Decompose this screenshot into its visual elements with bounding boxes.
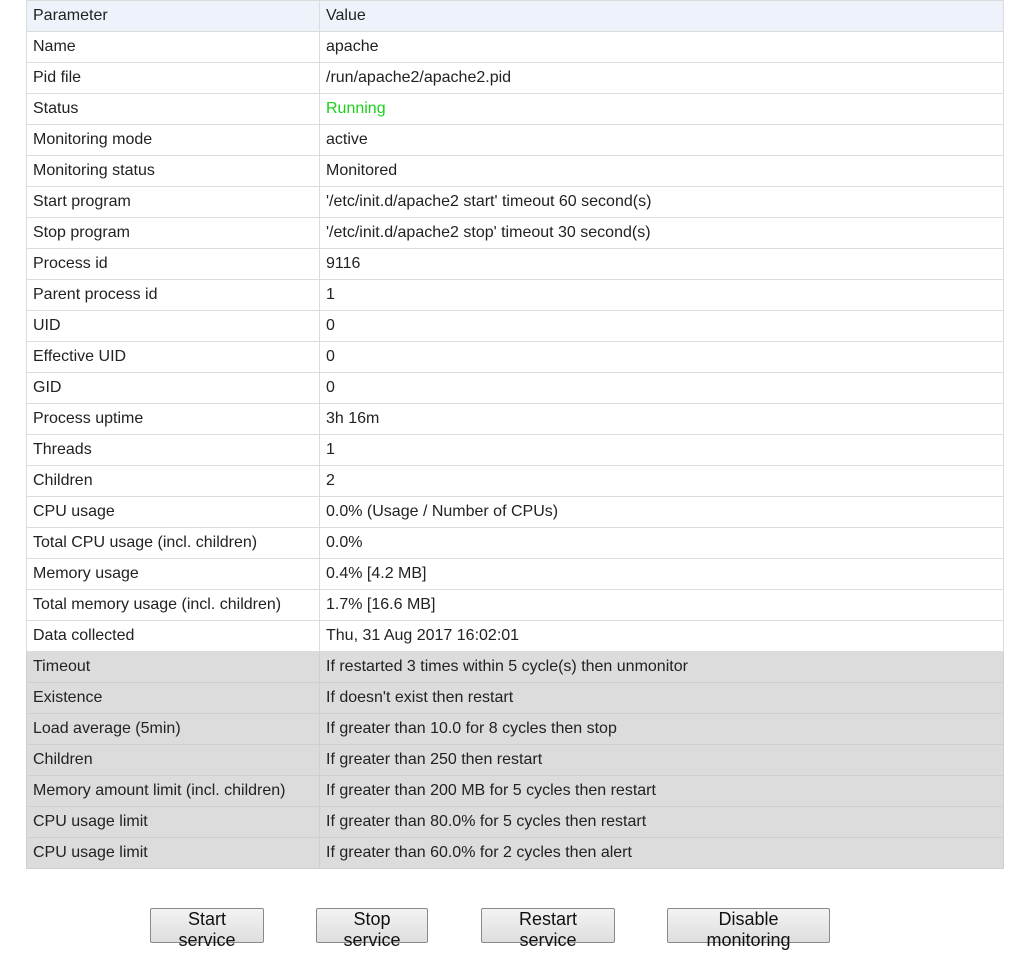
row-effective-uid-value: 0 <box>319 341 1004 373</box>
rule-cpu-limit-alert-param: CPU usage limit <box>26 837 320 869</box>
rule-timeout-param: Timeout <box>26 651 320 683</box>
rule-row: Children If greater than 250 then restar… <box>26 744 1004 776</box>
row-process-id-value: 9116 <box>319 248 1004 280</box>
rule-memory-limit-param: Memory amount limit (incl. children) <box>26 775 320 807</box>
rule-row: CPU usage limit If greater than 80.0% fo… <box>26 806 1004 838</box>
disable-monitoring-button[interactable]: Disable monitoring <box>667 908 830 950</box>
row-total-memory-usage-value: 1.7% [16.6 MB] <box>319 589 1004 621</box>
service-parameters-table: Parameter Value Name apache Pid file /ru… <box>26 0 1004 869</box>
rule-row: Memory amount limit (incl. children) If … <box>26 775 1004 807</box>
row-parent-process-id-param: Parent process id <box>26 279 320 311</box>
row-start-program-param: Start program <box>26 186 320 218</box>
table-row: Name apache <box>26 31 1004 63</box>
row-memory-usage-param: Memory usage <box>26 558 320 590</box>
row-pid-file-value: /run/apache2/apache2.pid <box>319 62 1004 94</box>
table-row: Stop program '/etc/init.d/apache2 stop' … <box>26 217 1004 249</box>
rule-children-value: If greater than 250 then restart <box>319 744 1004 776</box>
start-service-button[interactable]: Start service <box>150 908 264 950</box>
row-name-param: Name <box>26 31 320 63</box>
rule-row: Load average (5min) If greater than 10.0… <box>26 713 1004 745</box>
table-row: Memory usage 0.4% [4.2 MB] <box>26 558 1004 590</box>
row-total-memory-usage-param: Total memory usage (incl. children) <box>26 589 320 621</box>
table-row: Effective UID 0 <box>26 341 1004 373</box>
row-data-collected-value: Thu, 31 Aug 2017 16:02:01 <box>319 620 1004 652</box>
row-uid-param: UID <box>26 310 320 342</box>
row-process-uptime-param: Process uptime <box>26 403 320 435</box>
row-children-param: Children <box>26 465 320 497</box>
table-row: CPU usage 0.0% (Usage / Number of CPUs) <box>26 496 1004 528</box>
table-row: Children 2 <box>26 465 1004 497</box>
row-cpu-usage-param: CPU usage <box>26 496 320 528</box>
row-pid-file-param: Pid file <box>26 62 320 94</box>
row-stop-program-param: Stop program <box>26 217 320 249</box>
table-header-row: Parameter Value <box>26 0 1004 32</box>
row-stop-program-value: '/etc/init.d/apache2 stop' timeout 30 se… <box>319 217 1004 249</box>
row-name-value: apache <box>319 31 1004 63</box>
table-row: UID 0 <box>26 310 1004 342</box>
restart-service-button[interactable]: Restart service <box>481 908 615 950</box>
rule-row: Existence If doesn't exist then restart <box>26 682 1004 714</box>
table-row: Start program '/etc/init.d/apache2 start… <box>26 186 1004 218</box>
rule-existence-value: If doesn't exist then restart <box>319 682 1004 714</box>
rule-cpu-limit-restart-param: CPU usage limit <box>26 806 320 838</box>
row-children-value: 2 <box>319 465 1004 497</box>
rule-row: Timeout If restarted 3 times within 5 cy… <box>26 651 1004 683</box>
row-status-param: Status <box>26 93 320 125</box>
row-monitoring-status-param: Monitoring status <box>26 155 320 187</box>
rule-memory-limit-value: If greater than 200 MB for 5 cycles then… <box>319 775 1004 807</box>
table-row: Monitoring status Monitored <box>26 155 1004 187</box>
rule-cpu-limit-restart-value: If greater than 80.0% for 5 cycles then … <box>319 806 1004 838</box>
row-memory-usage-value: 0.4% [4.2 MB] <box>319 558 1004 590</box>
table-row: Parent process id 1 <box>26 279 1004 311</box>
rule-row: CPU usage limit If greater than 60.0% fo… <box>26 837 1004 869</box>
table-row: Monitoring mode active <box>26 124 1004 156</box>
row-threads-value: 1 <box>319 434 1004 466</box>
table-row: Process id 9116 <box>26 248 1004 280</box>
row-effective-uid-param: Effective UID <box>26 341 320 373</box>
table-row: Process uptime 3h 16m <box>26 403 1004 435</box>
table-row: Status Running <box>26 93 1004 125</box>
header-parameter: Parameter <box>26 0 320 32</box>
row-uid-value: 0 <box>319 310 1004 342</box>
table-row: GID 0 <box>26 372 1004 404</box>
rule-load-average-value: If greater than 10.0 for 8 cycles then s… <box>319 713 1004 745</box>
row-monitoring-mode-param: Monitoring mode <box>26 124 320 156</box>
row-threads-param: Threads <box>26 434 320 466</box>
row-parent-process-id-value: 1 <box>319 279 1004 311</box>
row-cpu-usage-value: 0.0% (Usage / Number of CPUs) <box>319 496 1004 528</box>
row-gid-param: GID <box>26 372 320 404</box>
row-data-collected-param: Data collected <box>26 620 320 652</box>
rule-existence-param: Existence <box>26 682 320 714</box>
table-row: Pid file /run/apache2/apache2.pid <box>26 62 1004 94</box>
header-value: Value <box>319 0 1004 32</box>
table-row: Total CPU usage (incl. children) 0.0% <box>26 527 1004 559</box>
row-monitoring-mode-value: active <box>319 124 1004 156</box>
rule-timeout-value: If restarted 3 times within 5 cycle(s) t… <box>319 651 1004 683</box>
action-buttons: Start service Stop service Restart servi… <box>0 908 1027 950</box>
status-running-value: Running <box>319 93 1004 125</box>
table-row: Total memory usage (incl. children) 1.7%… <box>26 589 1004 621</box>
row-process-id-param: Process id <box>26 248 320 280</box>
row-monitoring-status-value: Monitored <box>319 155 1004 187</box>
row-gid-value: 0 <box>319 372 1004 404</box>
row-process-uptime-value: 3h 16m <box>319 403 1004 435</box>
rule-children-param: Children <box>26 744 320 776</box>
stop-service-button[interactable]: Stop service <box>316 908 428 950</box>
rule-cpu-limit-alert-value: If greater than 60.0% for 2 cycles then … <box>319 837 1004 869</box>
row-total-cpu-usage-value: 0.0% <box>319 527 1004 559</box>
row-start-program-value: '/etc/init.d/apache2 start' timeout 60 s… <box>319 186 1004 218</box>
rule-load-average-param: Load average (5min) <box>26 713 320 745</box>
table-row: Data collected Thu, 31 Aug 2017 16:02:01 <box>26 620 1004 652</box>
row-total-cpu-usage-param: Total CPU usage (incl. children) <box>26 527 320 559</box>
table-row: Threads 1 <box>26 434 1004 466</box>
